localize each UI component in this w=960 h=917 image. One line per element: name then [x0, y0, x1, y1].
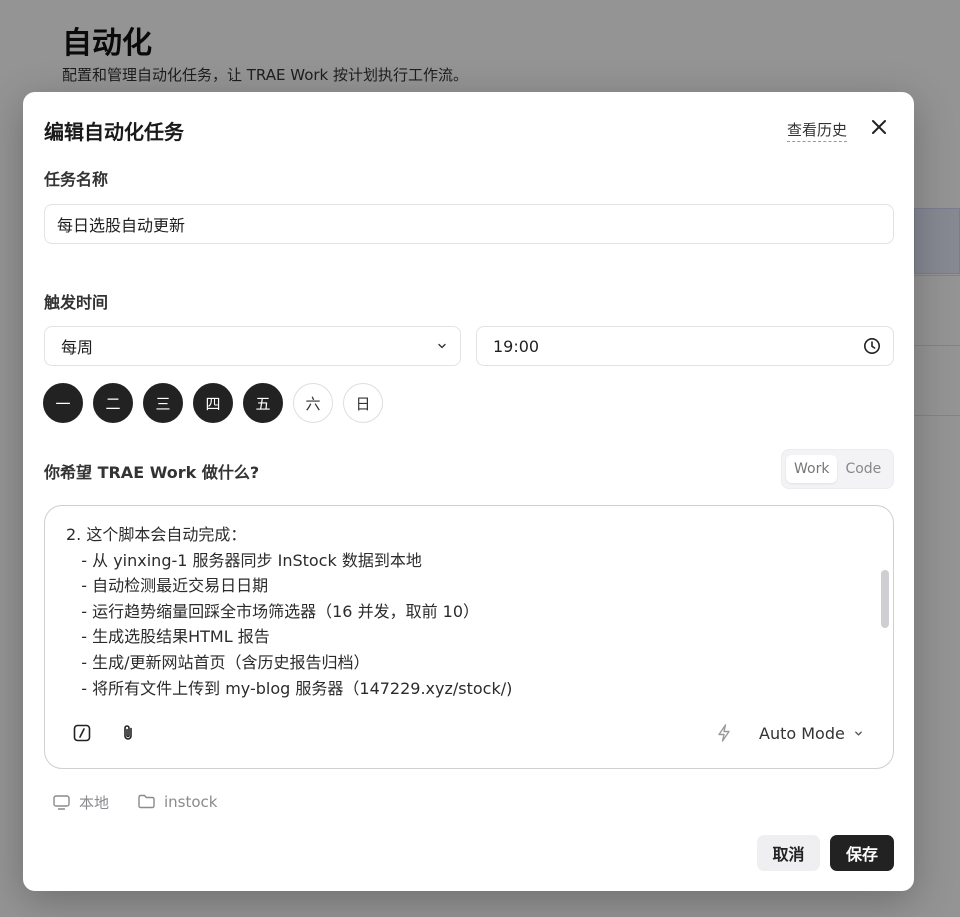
prompt-textarea[interactable]: 2. 这个脚本会自动完成： - 从 yinxing-1 服务器同步 InStoc… — [44, 505, 894, 769]
save-button[interactable]: 保存 — [830, 835, 894, 871]
edit-automation-dialog: 编辑自动化任务 查看历史 任务名称 每日选股自动更新 触发时间 每周 19:00… — [23, 92, 914, 891]
prompt-line: - 自动检测最近交易日日期 — [66, 576, 269, 596]
auto-mode-dropdown[interactable]: Auto Mode — [759, 724, 864, 743]
close-icon — [872, 120, 886, 134]
weekday-wed[interactable]: 三 — [143, 383, 183, 423]
folder-icon — [138, 794, 155, 809]
paperclip-icon — [124, 725, 132, 740]
prompt-line: - 将所有文件上传到 my-blog 服务器（147229.xyz/stock/… — [66, 678, 513, 698]
lightning-button[interactable] — [713, 722, 735, 744]
weekday-fri[interactable]: 五 — [243, 383, 283, 423]
task-name-value: 每日选股自动更新 — [57, 216, 186, 235]
close-button[interactable] — [868, 116, 890, 138]
env-folder-label: instock — [164, 792, 218, 811]
prompt-label: 你希望 TRAE Work 做什么? — [44, 463, 260, 482]
prompt-scrollbar[interactable] — [881, 570, 889, 628]
slash-command-icon — [73, 724, 91, 742]
weekday-sat[interactable]: 六 — [293, 383, 333, 423]
lightning-icon — [718, 724, 730, 742]
frequency-value: 每周 — [61, 338, 94, 357]
prompt-line: - 生成选股结果HTML 报告 — [66, 627, 270, 647]
chevron-down-icon — [854, 731, 862, 736]
mode-code-button[interactable]: Code — [837, 455, 889, 483]
weekday-tue[interactable]: 二 — [93, 383, 133, 423]
dialog-title: 编辑自动化任务 — [44, 120, 184, 144]
prompt-line: 2. 这个脚本会自动完成： — [66, 525, 247, 544]
weekday-sun[interactable]: 日 — [343, 383, 383, 423]
view-history-link[interactable]: 查看历史 — [787, 119, 848, 142]
monitor-icon — [53, 795, 70, 810]
weekday-thu[interactable]: 四 — [193, 383, 233, 423]
chevron-down-icon — [438, 343, 446, 349]
env-folder[interactable]: instock — [137, 792, 217, 811]
task-name-label: 任务名称 — [44, 170, 109, 189]
auto-mode-label: Auto Mode — [759, 724, 845, 743]
task-name-input[interactable]: 每日选股自动更新 — [44, 204, 894, 244]
clock-icon[interactable] — [863, 337, 881, 355]
prompt-line: - 运行趋势缩量回踩全市场筛选器（16 并发，取前 10） — [66, 601, 480, 621]
prompt-text: 2. 这个脚本会自动完成： - 从 yinxing-1 服务器同步 InStoc… — [66, 522, 866, 701]
cancel-button[interactable]: 取消 — [757, 835, 820, 871]
prompt-line: - 从 yinxing-1 服务器同步 InStock 数据到本地 — [66, 550, 422, 570]
env-local-label: 本地 — [79, 794, 110, 812]
prompt-line: - 生成/更新网站首页（含历史报告归档） — [66, 652, 370, 672]
mode-toggle: Work Code — [781, 449, 894, 489]
trigger-time-label: 触发时间 — [44, 293, 109, 312]
mode-work-button[interactable]: Work — [786, 455, 838, 483]
slash-command-button[interactable] — [71, 722, 93, 744]
time-input[interactable]: 19:00 — [476, 326, 894, 366]
frequency-select[interactable]: 每周 — [44, 326, 461, 366]
env-local[interactable]: 本地 — [52, 792, 109, 813]
attach-button[interactable] — [117, 722, 139, 744]
time-value: 19:00 — [493, 336, 540, 356]
weekday-mon[interactable]: 一 — [43, 383, 83, 423]
weekday-selector: 一 二 三 四 五 六 日 — [43, 383, 383, 423]
